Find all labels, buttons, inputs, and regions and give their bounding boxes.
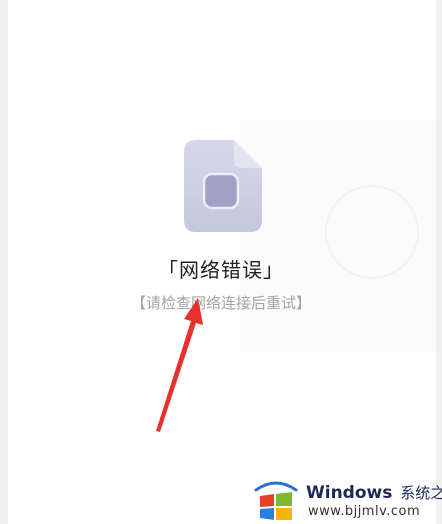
windows-logo-icon: [254, 481, 298, 520]
watermark-url: www.bjjmlv.com: [308, 504, 421, 519]
watermark-brand-cn: 系统之家: [400, 484, 442, 502]
error-subtitle: 【请检查网络连接后重试】: [130, 294, 311, 312]
file-error-icon: [184, 140, 262, 232]
error-title: 「网络错误」: [158, 258, 284, 282]
watermark: Windows 系统之家 www.bjjmlv.com: [252, 476, 442, 524]
watermark-brand: Windows 系统之家: [306, 482, 442, 503]
error-screen: 「网络错误」 【请检查网络连接后重试】 Windows 系统之家 www.bjj…: [0, 0, 442, 524]
watermark-brand-en: Windows: [306, 483, 393, 503]
